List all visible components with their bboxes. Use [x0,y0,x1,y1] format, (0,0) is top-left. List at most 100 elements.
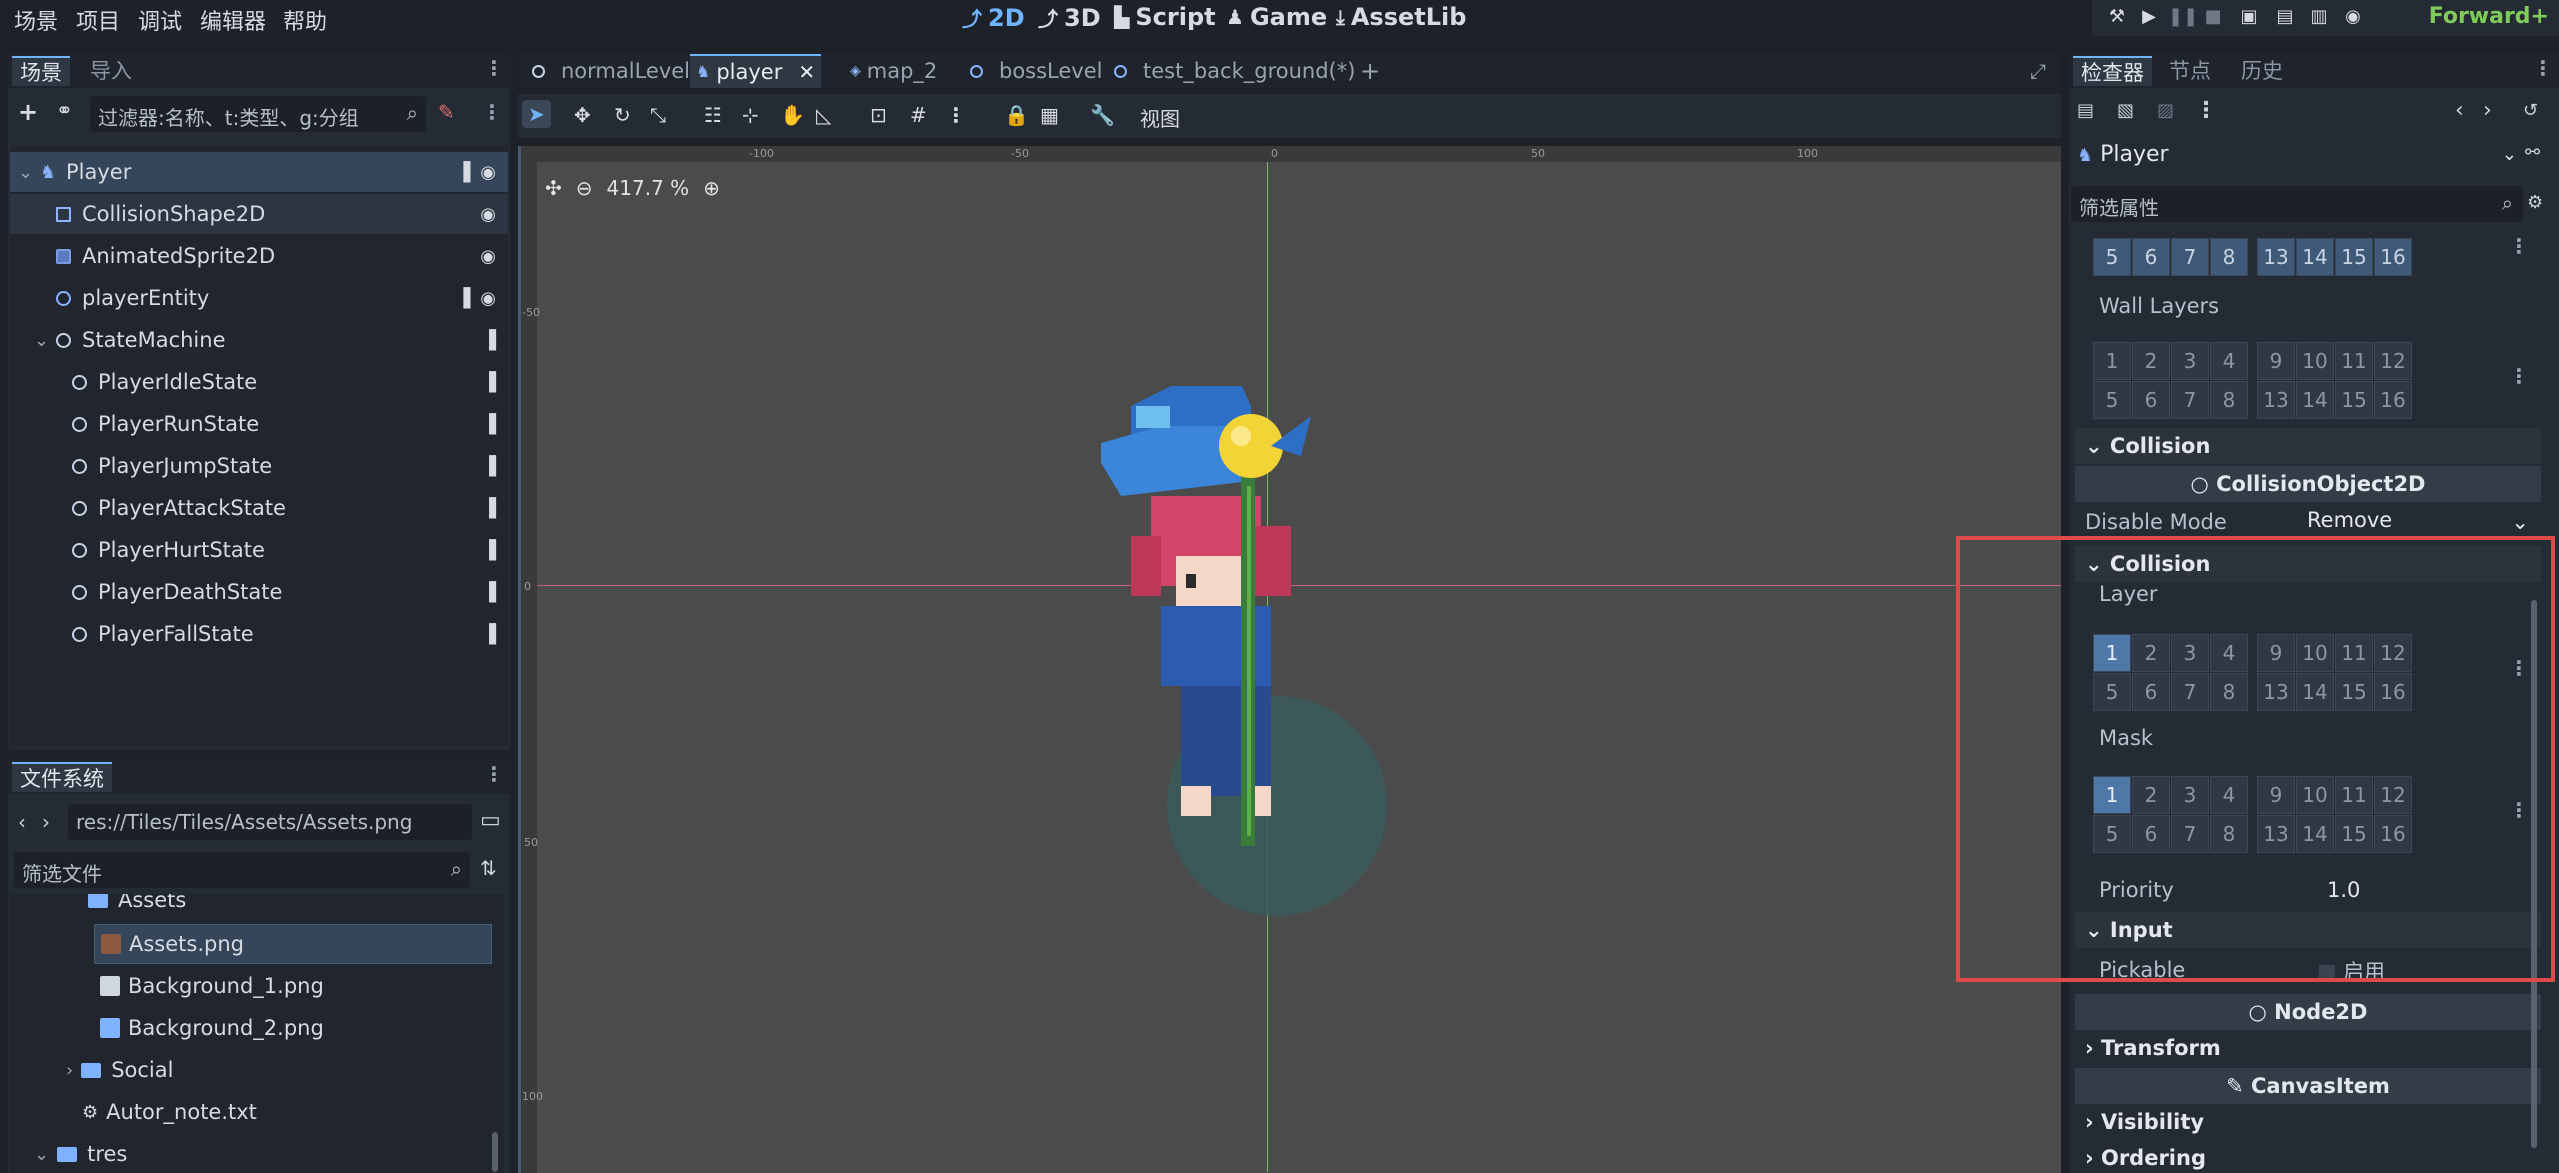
tab-history[interactable]: 历史 [2233,56,2291,86]
script-icon[interactable]: ▐ [482,540,496,561]
wall-layers-bitgrid[interactable]: 1234 9 10 11 12 5678 13 14 15 16 [2093,342,2413,420]
save-resource-icon[interactable]: ▨ [2157,100,2174,121]
script-icon[interactable]: ▐ [456,162,470,183]
workspace-assetlib-button[interactable]: ⤓ AssetLib [1336,3,1466,31]
bits-menu-icon[interactable]: ⋮ [2509,364,2529,388]
tree-item-playerfallstate[interactable]: PlayerFallState ▐ [10,614,508,654]
wall-layers-prev-bitgrid[interactable]: 5678 13 14 15 16 [2093,238,2413,277]
menu-project[interactable]: 项目 [76,4,120,36]
section-collision-1[interactable]: ⌄ Collision [2075,428,2541,464]
tab-player[interactable]: ♞ player ✕ [690,54,822,89]
section-visibility[interactable]: › Visibility [2075,1104,2541,1140]
section-ordering[interactable]: › Ordering [2075,1140,2541,1173]
script-icon[interactable]: ▐ [482,330,496,351]
tree-item-collisionshape2d[interactable]: CollisionShape2D ◉ [10,194,508,234]
file-scrollbar[interactable] [492,1132,498,1172]
section-transform[interactable]: › Transform [2075,1030,2541,1066]
center-view-icon[interactable]: ✣ [545,176,562,200]
tree-item-playerdeathstate[interactable]: PlayerDeathState ▐ [10,572,508,612]
file-item-autor-note[interactable]: ⚙ Autor_note.txt [10,1092,500,1132]
profiler-icon[interactable]: ◉ [2340,6,2366,30]
script-attach-icon[interactable]: ✎ [438,100,455,124]
property-settings-icon[interactable]: ⚙ [2527,192,2543,213]
snap-options-icon[interactable]: ⋮ [946,103,966,127]
player-sprite[interactable] [1101,386,1421,966]
workspace-2d-button[interactable]: ⤴ 2D [962,3,1025,32]
tree-item-playerjumpstate[interactable]: PlayerJumpState ▐ [10,446,508,486]
file-item-tres-folder[interactable]: ⌄ tres [10,1134,500,1173]
tab-inspector[interactable]: 检查器 [2073,56,2152,86]
tree-item-playerentity[interactable]: playerEntity ▐ ◉ [10,278,508,318]
tree-item-animatedsprite2d[interactable]: AnimatedSprite2D ◉ [10,236,508,276]
menu-debug[interactable]: 调试 [138,4,182,36]
add-tab-icon[interactable]: + [1354,54,1386,88]
visibility-eye-icon[interactable]: ◉ [480,204,496,225]
tab-map2[interactable]: ◈ map_2 [844,54,943,88]
file-item-assets-png[interactable]: Assets.png [94,924,492,964]
file-item-background1[interactable]: Background_1.png [10,966,500,1006]
chevron-down-icon[interactable]: ⌄ [34,1144,49,1165]
history-back-icon[interactable]: ‹ [2455,98,2464,123]
tree-item-player[interactable]: ⌄ ♞ Player ▐ ◉ [10,152,508,192]
forward-icon[interactable]: › [42,810,50,834]
renderer-selector[interactable]: Forward+ [2429,4,2549,29]
visibility-eye-icon[interactable]: ◉ [480,162,496,183]
tree-item-playerrunstate[interactable]: PlayerRunState ▐ [10,404,508,444]
add-node-icon[interactable]: + [18,98,38,126]
play-custom-icon[interactable]: ▤ [2272,6,2298,30]
chevron-down-icon[interactable]: ⌄ [34,330,49,351]
zoom-level[interactable]: 417.7 % [607,176,690,200]
script-icon[interactable]: ▐ [482,624,496,645]
scene-filter-input[interactable]: 过滤器:名称、t:类型、g:分组 ⌕ [90,96,426,132]
view-menu[interactable]: 视图 [1140,103,1180,132]
tree-item-playerhurtstate[interactable]: PlayerHurtState ▐ [10,530,508,570]
pan-mode-icon[interactable]: ✋ [780,103,805,127]
pivot-icon[interactable]: ⊹ [742,103,759,127]
history-forward-icon[interactable]: › [2483,98,2492,123]
file-filter-input[interactable]: 筛选文件 ⌕ [14,852,470,888]
tree-item-playeridlestate[interactable]: PlayerIdleState ▐ [10,362,508,402]
tab-node[interactable]: 节点 [2161,56,2219,86]
property-filter-input[interactable]: 筛选属性 ⌕ [2071,186,2523,222]
play-icon[interactable]: ▶ [2136,6,2162,30]
pause-icon[interactable]: ❚❚ [2168,6,2198,30]
more-icon[interactable]: ⋮ [2533,56,2553,80]
play-scene-icon[interactable]: ▣ [2236,6,2262,30]
new-resource-icon[interactable]: ▤ [2077,100,2094,121]
script-icon[interactable]: ▐ [482,456,496,477]
remote-debug-icon[interactable]: ⚒ [2104,6,2130,30]
scale-mode-icon[interactable]: ⤡ [650,103,666,127]
move-mode-icon[interactable]: ✥ [574,103,591,127]
zoom-in-icon[interactable]: ⊕ [703,176,720,200]
chevron-right-icon[interactable]: › [66,1060,73,1081]
link-icon[interactable]: ⚭ [56,98,73,122]
smart-snap-icon[interactable]: ⊡ [870,103,887,127]
tab-filesystem[interactable]: 文件系统 [12,762,112,792]
workspace-game-button[interactable]: ♟ Game [1226,3,1327,31]
script-icon[interactable]: ▐ [482,582,496,603]
rotate-mode-icon[interactable]: ↻ [614,103,631,127]
canvas-viewport[interactable]: -100 -50 0 50 100 -50 0 50 100 ✣ ⊖ 417.7… [518,146,2061,1173]
script-icon[interactable]: ▐ [482,372,496,393]
tab-scene[interactable]: 场景 [12,56,70,86]
tab-import[interactable]: 导入 [82,56,140,86]
movie-icon[interactable]: ▥ [2306,6,2332,30]
visibility-eye-icon[interactable]: ◉ [480,246,496,267]
group-icon[interactable]: ▦ [1040,103,1059,127]
visibility-eye-icon[interactable]: ◉ [480,288,496,309]
workspace-3d-button[interactable]: ⤴ 3D [1038,3,1101,32]
tree-item-statemachine[interactable]: ⌄ StateMachine ▐ [10,320,508,360]
resource-more-icon[interactable]: ⋮ [2195,98,2217,123]
lock-icon[interactable]: 🔒 [1004,103,1029,127]
tree-item-playerattackstate[interactable]: PlayerAttackState ▐ [10,488,508,528]
tab-test-back-ground[interactable]: test_back_ground(*) [1108,54,1361,88]
sort-icon[interactable]: ⇅ [480,856,497,880]
close-icon[interactable]: ✕ [798,55,815,89]
skeleton-icon[interactable]: 🔧 [1090,103,1115,127]
select-mode-icon[interactable]: ➤ [522,100,551,128]
script-icon[interactable]: ▐ [482,498,496,519]
file-item-social-folder[interactable]: › Social [10,1050,500,1090]
script-icon[interactable]: ▐ [482,414,496,435]
menu-editor[interactable]: 编辑器 [200,4,266,36]
workspace-script-button[interactable]: ▙ Script [1114,3,1216,31]
